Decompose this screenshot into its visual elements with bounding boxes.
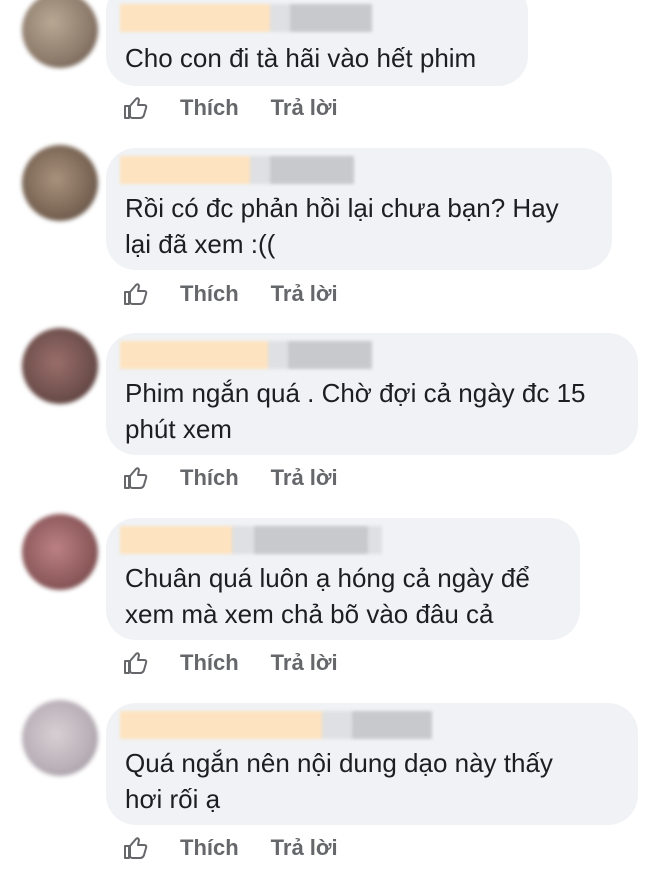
comment-text-line: Phim ngắn quá . Chờ đợi cả ngày đc 15 xyxy=(125,378,586,408)
comment-text: Quá ngắn nên nội dung dạo này thấy hơi r… xyxy=(125,745,553,817)
comment-bubble: Rồi có đc phản hồi lại chưa bạn? Hay lại… xyxy=(106,148,612,270)
like-button[interactable]: Thích xyxy=(180,281,239,307)
avatar[interactable] xyxy=(22,700,98,776)
comment-text: Rồi có đc phản hồi lại chưa bạn? Hay lại… xyxy=(125,190,559,262)
comment-text-line: Rồi có đc phản hồi lại chưa bạn? Hay xyxy=(125,193,559,223)
commenter-name-blurred[interactable] xyxy=(120,4,372,32)
comment-bubble: Quá ngắn nên nội dung dạo này thấy hơi r… xyxy=(106,703,638,825)
comment-bubble: Chuân quá luôn ạ hóng cả ngày để xem mà … xyxy=(106,518,580,640)
comment-actions: Thích Trả lời xyxy=(122,90,338,126)
comment-bubble: Cho con đi tà hãi vào hết phim xyxy=(106,0,528,86)
reply-button[interactable]: Trả lời xyxy=(271,835,338,861)
comment-text-line: lại đã xem :(( xyxy=(125,229,276,259)
reply-button[interactable]: Trả lời xyxy=(271,465,338,491)
comment-text-line: Cho con đi tà hãi vào hết phim xyxy=(125,43,477,73)
commenter-name-blurred[interactable] xyxy=(120,341,372,369)
avatar[interactable] xyxy=(22,328,98,404)
comment-text-line: phút xem xyxy=(125,414,232,444)
comment-text: Phim ngắn quá . Chờ đợi cả ngày đc 15 ph… xyxy=(125,375,585,447)
avatar[interactable] xyxy=(22,514,98,590)
like-button[interactable]: Thích xyxy=(180,650,239,676)
reaction-icon[interactable] xyxy=(122,833,152,863)
comment-actions: Thích Trả lời xyxy=(122,460,338,496)
avatar[interactable] xyxy=(22,0,98,68)
comment-actions: Thích Trả lời xyxy=(122,830,338,866)
reply-button[interactable]: Trả lời xyxy=(271,281,338,307)
avatar[interactable] xyxy=(22,145,98,221)
comment-text-line: xem mà xem chả bõ vào đâu cả xyxy=(125,599,494,629)
like-button[interactable]: Thích xyxy=(180,465,239,491)
reply-button[interactable]: Trả lời xyxy=(271,95,338,121)
comment-bubble: Phim ngắn quá . Chờ đợi cả ngày đc 15 ph… xyxy=(106,333,638,455)
comment-text-line: hơi rối ạ xyxy=(125,784,221,814)
reaction-icon[interactable] xyxy=(122,648,152,678)
reply-button[interactable]: Trả lời xyxy=(271,650,338,676)
reaction-icon[interactable] xyxy=(122,93,152,123)
comment-actions: Thích Trả lời xyxy=(122,276,338,312)
like-button[interactable]: Thích xyxy=(180,835,239,861)
commenter-name-blurred[interactable] xyxy=(120,156,354,184)
comment-text: Chuân quá luôn ạ hóng cả ngày để xem mà … xyxy=(125,560,530,632)
commenter-name-blurred[interactable] xyxy=(120,526,382,554)
comment-text-line: Chuân quá luôn ạ hóng cả ngày để xyxy=(125,563,530,593)
comment-actions: Thích Trả lời xyxy=(122,645,338,681)
comment-text-line: Quá ngắn nên nội dung dạo này thấy xyxy=(125,748,553,778)
comment-text: Cho con đi tà hãi vào hết phim xyxy=(125,40,476,76)
like-button[interactable]: Thích xyxy=(180,95,239,121)
reaction-icon[interactable] xyxy=(122,279,152,309)
commenter-name-blurred[interactable] xyxy=(120,711,432,739)
reaction-icon[interactable] xyxy=(122,463,152,493)
